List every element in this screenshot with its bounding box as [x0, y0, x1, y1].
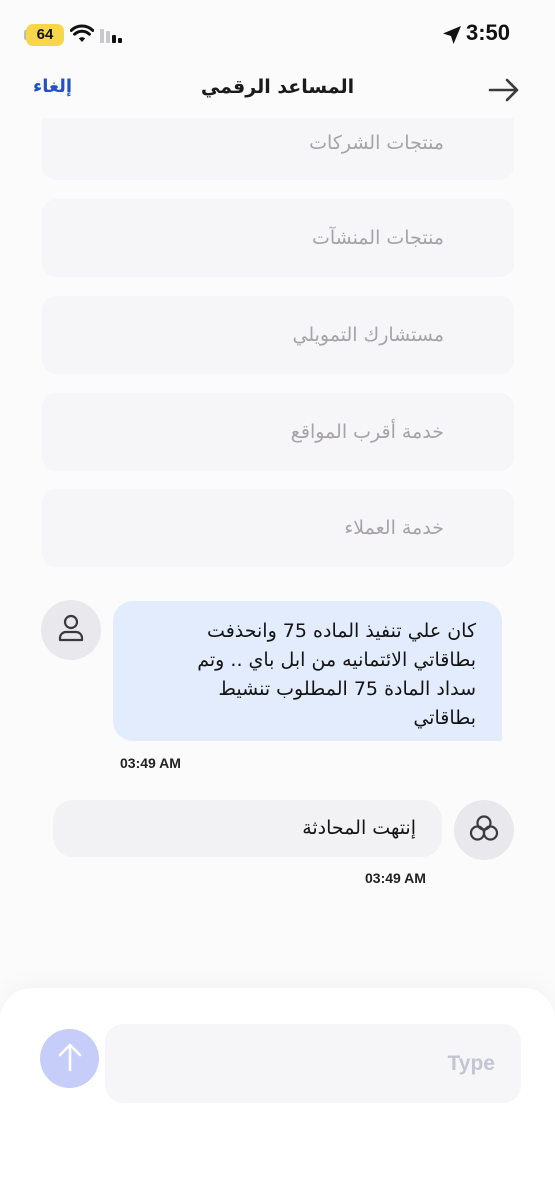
- message-line: كان علي تنفيذ الماده 75 وانحذفت: [207, 620, 476, 642]
- location-arrow-icon: [442, 25, 462, 49]
- bot-logo-icon: [468, 813, 500, 847]
- battery-indicator: 64: [26, 24, 64, 46]
- option-customer-service[interactable]: خدمة العملاء: [42, 489, 514, 567]
- option-nearest-locations[interactable]: خدمة أقرب المواقع: [42, 393, 514, 471]
- page-title: المساعد الرقمي: [200, 76, 355, 98]
- option-company-products[interactable]: منتجات الشركات: [42, 118, 514, 180]
- bot-avatar: [454, 800, 514, 860]
- wifi-icon: [69, 24, 95, 48]
- chat-screen: 64 3:50 إلغاء المساعد الرقمي منتجات الشر…: [0, 0, 555, 1200]
- message-line: بطاقاتي: [413, 707, 476, 729]
- status-bar: 64 3:50: [0, 0, 555, 70]
- header: إلغاء المساعد الرقمي: [0, 70, 555, 110]
- arrow-right-icon[interactable]: [488, 78, 520, 106]
- message-line: بطاقاتي الائتمانيه من ابل باي .. وتم: [197, 649, 476, 671]
- user-avatar: [41, 600, 101, 660]
- option-financing-advisor[interactable]: مستشارك التمويلي: [42, 296, 514, 374]
- message-input[interactable]: [105, 1024, 521, 1103]
- arrow-up-icon: [57, 1042, 83, 1076]
- clock: 3:50: [466, 20, 511, 45]
- option-establishment-products[interactable]: منتجات المنشآت: [42, 199, 514, 277]
- send-button[interactable]: [40, 1029, 99, 1088]
- person-icon: [58, 614, 84, 646]
- bot-message-bubble: إنتهت المحادثة: [53, 800, 442, 857]
- message-line: سداد المادة 75 المطلوب تنشيط: [218, 678, 476, 700]
- cellular-signal-icon: [100, 27, 126, 47]
- bot-message-time: 03:49 AM: [365, 870, 426, 886]
- user-message-time: 03:49 AM: [120, 755, 181, 771]
- user-message-bubble: كان علي تنفيذ الماده 75 وانحذفت بطاقاتي …: [113, 601, 502, 741]
